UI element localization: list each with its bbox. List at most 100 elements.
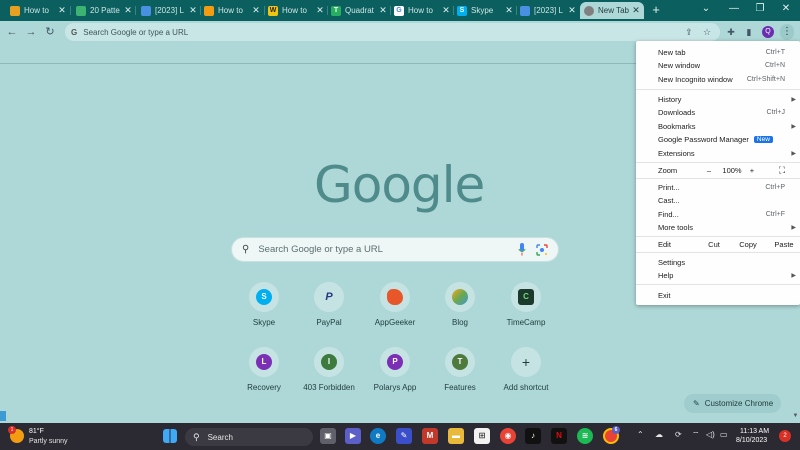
shortcut-403-forbidden[interactable]: I 403 Forbidden (292, 347, 366, 407)
tab-skype[interactable]: S Skype ✕ (453, 2, 517, 19)
shortcut-blog[interactable]: Blog (423, 282, 497, 342)
tab-20-patterns[interactable]: 20 Patte ✕ (72, 2, 136, 19)
tab-search-button[interactable]: ⌄ (694, 2, 718, 16)
extensions-puzzle-icon[interactable]: ✚ (725, 25, 737, 39)
pen-app-icon[interactable]: ✎ (396, 428, 412, 444)
tab-new-tab[interactable]: New Tab ✕ (580, 2, 644, 19)
taskbar-search[interactable]: ⚲ Search (185, 428, 313, 446)
menu-item-history[interactable]: History ▶ (636, 93, 800, 106)
teams-chat-icon[interactable]: ▶ (345, 428, 361, 444)
spotify-icon[interactable]: ≋ (577, 428, 593, 444)
customize-chrome-button[interactable]: ✎ Customize Chrome (684, 394, 781, 413)
menu-item-new-window[interactable]: New window Ctrl+N (636, 59, 800, 72)
tab-how-to-1[interactable]: How to ✕ (6, 2, 70, 19)
shortcut-skype[interactable]: S Skype (227, 282, 301, 342)
menu-item-bookmarks[interactable]: Bookmarks ▶ (636, 120, 800, 133)
menu-item-settings[interactable]: Settings (636, 256, 800, 269)
microsoft-store-icon[interactable]: ⊞ (474, 428, 490, 444)
new-tab-button[interactable]: + (649, 2, 663, 18)
clock-date[interactable]: 8/10/2023 (736, 437, 767, 444)
clock-time[interactable]: 11:13 AM (740, 428, 769, 435)
battery-icon[interactable]: ▭ (720, 430, 728, 439)
shortcut-features[interactable]: T Features (423, 347, 497, 407)
zoom-in-button[interactable]: + (746, 164, 758, 177)
close-icon[interactable]: ✕ (632, 5, 640, 16)
tab-2023-1[interactable]: [2023] L ✕ (137, 2, 201, 19)
weather-widget[interactable]: 1 81°F Partly sunny (8, 426, 98, 448)
shortcut-timecamp[interactable]: C TimeCamp (489, 282, 563, 342)
tab-how-to-3[interactable]: W How to ✕ (264, 2, 328, 19)
mcafee-icon[interactable]: M (422, 428, 438, 444)
close-icon[interactable]: ✕ (316, 5, 324, 16)
shortcut-polarys-app[interactable]: P Polarys App (358, 347, 432, 407)
chrome-menu-button[interactable]: ⋮ (780, 24, 794, 40)
chrome-taskbar-icon[interactable]: ◉ (500, 428, 516, 444)
chevron-up-icon[interactable]: ⌃ (637, 430, 644, 439)
zoom-out-button[interactable]: – (700, 164, 718, 177)
menu-item-new-tab[interactable]: New tab Ctrl+T (636, 46, 800, 59)
shortcut-recovery[interactable]: L Recovery (227, 347, 301, 407)
minimize-button[interactable]: — (722, 2, 746, 16)
menu-label: Bookmarks (658, 122, 696, 131)
edge-icon[interactable]: e (370, 428, 386, 444)
file-explorer-icon[interactable]: ▬ (448, 428, 464, 444)
close-icon[interactable]: ✕ (252, 5, 260, 16)
close-window-button[interactable]: ✕ (774, 2, 798, 16)
tab-how-to-4[interactable]: G How to ✕ (390, 2, 454, 19)
close-icon[interactable]: ✕ (58, 5, 66, 16)
menu-item-downloads[interactable]: Downloads Ctrl+J (636, 106, 800, 119)
forward-button[interactable]: → (24, 24, 38, 40)
sync-icon[interactable]: ⟳ (675, 430, 682, 439)
side-panel-icon[interactable]: ▮ (743, 25, 755, 39)
volume-icon[interactable]: ◁) (706, 430, 715, 439)
address-bar[interactable]: G Search Google or type a URL (65, 23, 720, 41)
close-icon[interactable]: ✕ (379, 5, 387, 16)
copy-button[interactable]: Copy (734, 238, 762, 251)
cut-button[interactable]: Cut (702, 238, 726, 251)
side-indicator (0, 411, 6, 421)
tiktok-icon[interactable]: ♪ (525, 428, 541, 444)
scroll-down-icon[interactable]: ▼ (792, 413, 799, 419)
fullscreen-icon[interactable]: ⛶ (774, 164, 790, 177)
google-lens-icon[interactable] (536, 244, 548, 256)
close-icon[interactable]: ✕ (124, 5, 132, 16)
close-icon[interactable]: ✕ (568, 5, 576, 16)
microphone-icon[interactable] (518, 243, 526, 257)
task-view-icon[interactable]: ▣ (320, 428, 336, 444)
windows-start-icon[interactable] (163, 429, 177, 443)
wifi-icon[interactable]: ⌔ (692, 430, 700, 440)
onedrive-cloud-icon[interactable]: ☁ (655, 430, 663, 439)
reload-button[interactable]: ↻ (43, 24, 57, 40)
google-search-box[interactable]: ⚲ Search Google or type a URL (231, 237, 559, 262)
profile-avatar[interactable]: Q (762, 26, 774, 38)
tab-quadratic[interactable]: T Quadrat ✕ (327, 2, 391, 19)
tab-how-to-2[interactable]: How to ✕ (200, 2, 264, 19)
back-button[interactable]: ← (5, 24, 19, 40)
close-icon[interactable]: ✕ (189, 5, 197, 16)
shortcut-paypal[interactable]: P PayPal (292, 282, 366, 342)
menu-item-print[interactable]: Print... Ctrl+P (636, 181, 800, 194)
share-icon[interactable]: ⇪ (683, 25, 695, 39)
skype-icon: S (457, 5, 467, 16)
netflix-icon[interactable]: N (551, 428, 567, 444)
menu-item-more-tools[interactable]: More tools ▶ (636, 221, 800, 234)
notification-badge[interactable]: 2 (779, 430, 791, 442)
search-placeholder: Search Google or type a URL (258, 244, 383, 255)
menu-item-find[interactable]: Find... Ctrl+F (636, 208, 800, 221)
tab-2023-2[interactable]: [2023] L ✕ (516, 2, 580, 19)
shortcut-appgeeker[interactable]: AppGeeker (358, 282, 432, 342)
menu-item-password-manager[interactable]: Google Password Manager New (636, 133, 800, 146)
add-shortcut-button[interactable]: + Add shortcut (489, 347, 563, 407)
restore-button[interactable]: ❐ (748, 2, 772, 16)
menu-item-exit[interactable]: Exit (636, 289, 800, 302)
tab-label: How to (408, 6, 433, 15)
menu-item-help[interactable]: Help ▶ (636, 269, 800, 282)
close-icon[interactable]: ✕ (442, 5, 450, 16)
menu-item-new-incognito[interactable]: New Incognito window Ctrl+Shift+N (636, 73, 800, 86)
close-icon[interactable]: ✕ (505, 5, 513, 16)
menu-item-cast[interactable]: Cast... (636, 194, 800, 207)
bookmark-star-icon[interactable]: ☆ (701, 25, 713, 39)
paste-button[interactable]: Paste (770, 238, 798, 251)
menu-item-extensions[interactable]: Extensions ▶ (636, 147, 800, 160)
shortcut-tile: P (380, 347, 410, 377)
